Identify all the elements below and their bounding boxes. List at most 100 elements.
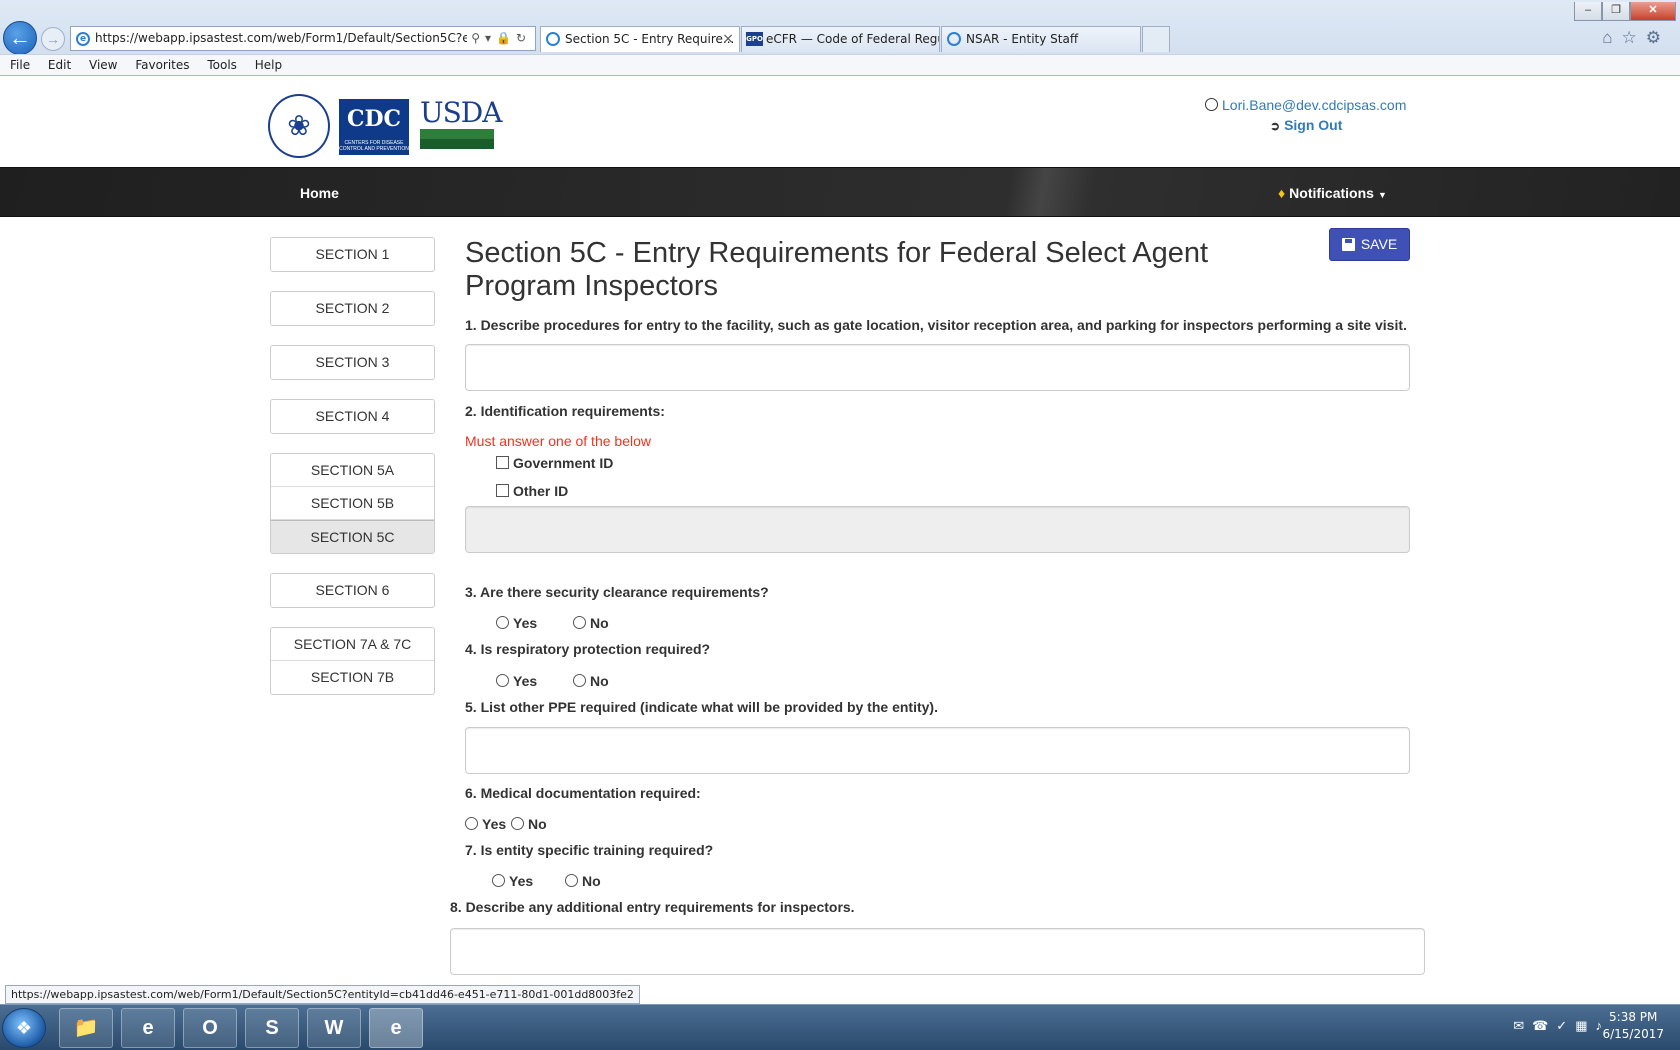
internet-explorer-taskbar-icon[interactable]: e bbox=[121, 1008, 175, 1048]
yes-label: Yes bbox=[513, 615, 538, 631]
skype-tray-icon[interactable]: ☎ bbox=[1532, 1018, 1556, 1033]
q6-no-radio[interactable] bbox=[511, 817, 524, 830]
q7-label: 7. Is entity specific training required? bbox=[465, 842, 714, 858]
user-email-link[interactable]: Lori.Bane@dev.cdcipsas.com bbox=[1205, 97, 1410, 113]
outlook-taskbar-icon[interactable]: O bbox=[183, 1008, 237, 1048]
sign-out-link[interactable]: ➲ Sign Out bbox=[1270, 117, 1410, 133]
q7-yes-radio[interactable] bbox=[492, 874, 505, 887]
file-explorer-taskbar-icon[interactable]: 📁 bbox=[59, 1008, 113, 1048]
q7-yes-option[interactable]: Yes bbox=[492, 873, 533, 889]
start-button[interactable]: ❖ bbox=[2, 1008, 46, 1048]
close-tab-icon[interactable]: × bbox=[722, 27, 734, 51]
clock-time: 5:38 PM bbox=[1609, 1010, 1658, 1024]
q7-no-option[interactable]: No bbox=[565, 873, 601, 889]
tab-label: Section 5C - Entry Require... bbox=[565, 32, 735, 46]
no-label: No bbox=[590, 673, 609, 689]
q4-no-radio[interactable] bbox=[573, 674, 586, 687]
q4-no-option[interactable]: No bbox=[573, 673, 609, 689]
sidebar-item-section-7b[interactable]: SECTION 7B bbox=[271, 661, 434, 694]
skype-taskbar-icon[interactable]: S bbox=[245, 1008, 299, 1048]
menu-file[interactable]: File bbox=[10, 55, 30, 75]
internet-explorer-active-taskbar-icon[interactable]: e bbox=[369, 1008, 423, 1048]
q6-yes-radio[interactable] bbox=[465, 817, 478, 830]
menu-edit[interactable]: Edit bbox=[48, 55, 71, 75]
q3-no-option[interactable]: No bbox=[573, 615, 609, 631]
other-id-checkbox[interactable] bbox=[496, 484, 509, 497]
sidebar-group-7: SECTION 7A & 7C SECTION 7B bbox=[270, 627, 435, 695]
q5-textarea[interactable] bbox=[465, 727, 1410, 774]
sidebar-item-section-4[interactable]: SECTION 4 bbox=[271, 400, 434, 433]
government-id-label: Government ID bbox=[513, 455, 614, 471]
q5-label: 5. List other PPE required (indicate wha… bbox=[465, 699, 938, 715]
government-id-checkbox[interactable] bbox=[496, 456, 509, 469]
maximize-button[interactable]: ❐ bbox=[1602, 2, 1630, 21]
close-window-button[interactable]: ✕ bbox=[1630, 2, 1676, 21]
q3-no-radio[interactable] bbox=[573, 616, 586, 629]
ie-tab-icon bbox=[947, 32, 961, 46]
notifications-label: Notifications bbox=[1289, 185, 1374, 201]
gear-icon[interactable]: ⚙ bbox=[1646, 28, 1670, 47]
tab-nsar[interactable]: NSAR - Entity Staff bbox=[941, 26, 1141, 52]
q1-label: 1. Describe procedures for entry to the … bbox=[465, 317, 1407, 333]
q2-other-id-field bbox=[465, 506, 1410, 553]
q8-textarea[interactable] bbox=[450, 928, 1425, 975]
user-email-text: Lori.Bane@dev.cdcipsas.com bbox=[1222, 97, 1407, 113]
word-taskbar-icon[interactable]: W bbox=[307, 1008, 361, 1048]
cdc-logo: CDC CENTERS FOR DISEASE CONTROL AND PREV… bbox=[339, 99, 409, 155]
q1-textarea[interactable] bbox=[465, 344, 1410, 391]
sidebar-group-6: SECTION 6 bbox=[270, 573, 435, 608]
menu-help[interactable]: Help bbox=[255, 55, 282, 75]
menu-bar: File Edit View Favorites Tools Help bbox=[0, 54, 1680, 75]
address-bar[interactable]: e https://webapp.ipsastest.com/web/Form1… bbox=[70, 26, 536, 51]
q2-label: 2. Identification requirements: bbox=[465, 403, 665, 419]
sidebar-group-3: SECTION 3 bbox=[270, 345, 435, 380]
no-label: No bbox=[528, 816, 547, 832]
sidebar-item-section-1[interactable]: SECTION 1 bbox=[271, 238, 434, 271]
q6-no-option[interactable]: No bbox=[511, 816, 547, 832]
q3-label: 3. Are there security clearance requirem… bbox=[465, 584, 769, 600]
menu-favorites[interactable]: Favorites bbox=[135, 55, 189, 75]
sidebar-item-section-3[interactable]: SECTION 3 bbox=[271, 346, 434, 379]
bell-icon: ♦ bbox=[1278, 185, 1286, 201]
checkmark-tray-icon[interactable]: ✓ bbox=[1556, 1018, 1575, 1033]
q4-yes-radio[interactable] bbox=[496, 674, 509, 687]
home-icon[interactable]: ⌂ bbox=[1602, 28, 1621, 47]
menu-view[interactable]: View bbox=[89, 55, 117, 75]
sidebar-group-5: SECTION 5A SECTION 5B SECTION 5C bbox=[270, 453, 435, 554]
other-id-option[interactable]: Other ID bbox=[496, 483, 568, 499]
government-id-option[interactable]: Government ID bbox=[496, 455, 613, 471]
sidebar-item-section-6[interactable]: SECTION 6 bbox=[271, 574, 434, 607]
sidebar-item-section-5c[interactable]: SECTION 5C bbox=[271, 520, 434, 553]
sidebar-group-2: SECTION 2 bbox=[270, 291, 435, 326]
web-page: ❀ CDC CENTERS FOR DISEASE CONTROL AND PR… bbox=[0, 76, 1680, 1004]
q6-yes-option[interactable]: Yes bbox=[465, 816, 506, 832]
outlook-tray-icon[interactable]: ✉ bbox=[1513, 1018, 1532, 1033]
tab-section5c[interactable]: Section 5C - Entry Require... × bbox=[540, 26, 740, 52]
sidebar-item-section-5a[interactable]: SECTION 5A bbox=[271, 454, 434, 487]
q3-yes-option[interactable]: Yes bbox=[496, 615, 537, 631]
q4-yes-option[interactable]: Yes bbox=[496, 673, 537, 689]
tab-ecfr[interactable]: GPO eCFR — Code of Federal Regul... bbox=[741, 26, 940, 52]
q7-no-radio[interactable] bbox=[565, 874, 578, 887]
notifications-dropdown[interactable]: ♦ Notifications ▼ bbox=[1278, 168, 1387, 220]
network-tray-icon[interactable]: ▦ bbox=[1575, 1018, 1595, 1033]
forward-button[interactable]: → bbox=[41, 27, 65, 51]
page-title: Section 5C - Entry Requirements for Fede… bbox=[465, 237, 1209, 302]
minimize-button[interactable]: – bbox=[1574, 2, 1602, 21]
address-text: https://webapp.ipsastest.com/web/Form1/D… bbox=[95, 31, 509, 45]
save-button[interactable]: SAVE bbox=[1329, 228, 1410, 261]
nav-home-link[interactable]: Home bbox=[300, 168, 339, 218]
yes-label: Yes bbox=[513, 673, 538, 689]
back-button[interactable]: ← bbox=[3, 21, 37, 55]
q3-yes-radio[interactable] bbox=[496, 616, 509, 629]
address-tools-icons[interactable]: ⚲▾🔒↻ bbox=[467, 27, 531, 50]
gpo-icon: GPO bbox=[746, 32, 763, 46]
sidebar-item-section-5b[interactable]: SECTION 5B bbox=[271, 487, 434, 520]
sidebar-item-section-7a-7c[interactable]: SECTION 7A & 7C bbox=[271, 628, 434, 661]
favorites-star-icon[interactable]: ☆ bbox=[1622, 28, 1646, 47]
q2-warning: Must answer one of the below bbox=[465, 433, 651, 449]
menu-tools[interactable]: Tools bbox=[207, 55, 237, 75]
sidebar-item-section-2[interactable]: SECTION 2 bbox=[271, 292, 434, 325]
system-clock[interactable]: 5:38 PM 6/15/2017 bbox=[1602, 1009, 1664, 1043]
new-tab-button[interactable] bbox=[1142, 26, 1170, 52]
